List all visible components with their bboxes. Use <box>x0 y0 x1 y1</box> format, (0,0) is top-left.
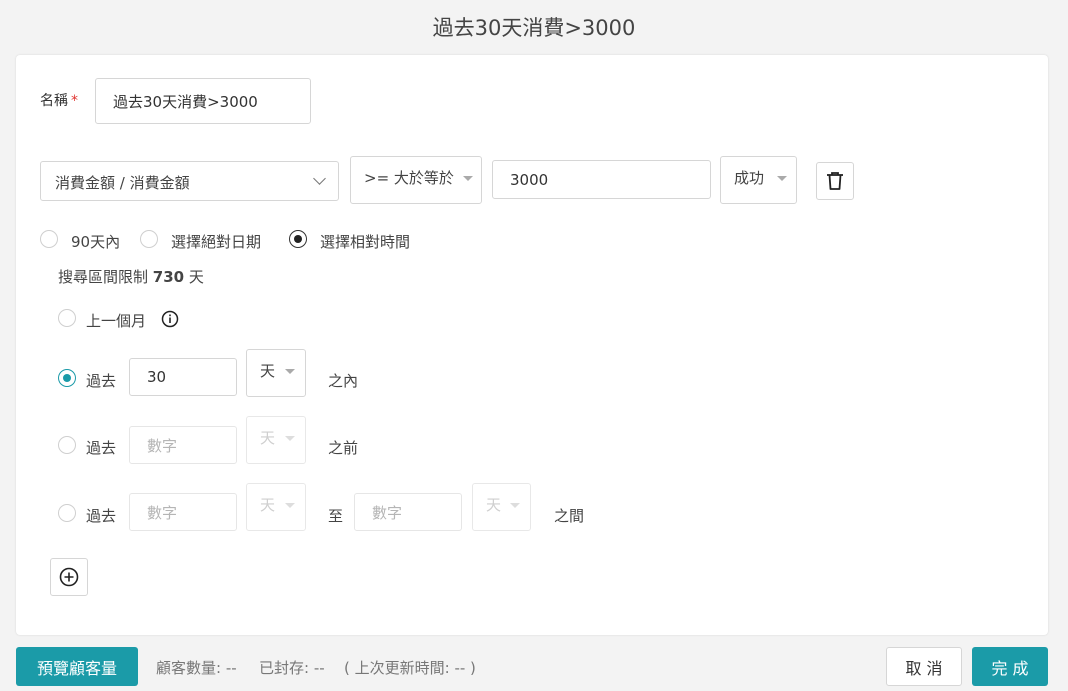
operator-select-value: >= 大於等於 <box>364 169 454 187</box>
amount-input[interactable]: 3000 <box>492 160 711 199</box>
before-unit-select[interactable]: 天 <box>246 416 306 464</box>
within-unit-select[interactable]: 天 <box>246 349 306 397</box>
operator-select[interactable]: >= 大於等於 <box>350 156 482 204</box>
required-mark: * <box>71 93 78 109</box>
before-prefix: 過去 <box>86 439 117 457</box>
name-label: 名稱 * <box>40 90 78 110</box>
customer-count: 顧客數量: -- <box>156 659 237 677</box>
before-number-placeholder: 數字 <box>147 436 178 455</box>
page-title: 過去30天消費>3000 <box>432 16 636 40</box>
before-unit-value: 天 <box>260 429 276 447</box>
trash-icon <box>827 172 843 190</box>
limit-suffix: 天 <box>188 268 204 286</box>
last-update: ( 上次更新時間: -- ) <box>344 659 476 677</box>
radio-within[interactable] <box>58 369 76 387</box>
between-to-placeholder: 數字 <box>372 503 403 522</box>
field-select[interactable]: 消費金額 / 消費金額 <box>40 161 339 201</box>
info-icon[interactable] <box>161 310 179 328</box>
caret-down-icon <box>463 176 473 181</box>
option-absolute-date-label: 選擇絕對日期 <box>171 233 262 251</box>
name-input[interactable]: 過去30天消費>3000 <box>95 78 311 124</box>
radio-relative-time[interactable] <box>289 230 307 248</box>
radio-90-days[interactable] <box>40 230 58 248</box>
search-range-limit: 搜尋區間限制 730 天 <box>58 266 204 287</box>
caret-down-icon <box>777 176 787 181</box>
within-suffix: 之內 <box>328 372 359 390</box>
within-unit-value: 天 <box>260 362 276 380</box>
archived-count: 已封存: -- <box>259 659 325 677</box>
caret-down-icon <box>285 369 295 374</box>
within-number-input[interactable]: 30 <box>129 358 237 396</box>
name-label-text: 名稱 <box>40 93 68 109</box>
status-select[interactable]: 成功 <box>720 156 797 204</box>
between-to-unit-select[interactable]: 天 <box>472 483 531 531</box>
before-number-input[interactable]: 數字 <box>129 426 237 464</box>
between-from-unit-value: 天 <box>260 496 276 514</box>
before-suffix: 之前 <box>328 439 359 457</box>
between-from-placeholder: 數字 <box>147 503 178 522</box>
radio-last-month[interactable] <box>58 309 76 327</box>
radio-absolute-date[interactable] <box>140 230 158 248</box>
between-prefix: 過去 <box>86 507 117 525</box>
done-button[interactable]: 完 成 <box>972 647 1048 686</box>
between-to-unit-value: 天 <box>486 496 502 514</box>
delete-condition-button[interactable] <box>816 162 854 200</box>
caret-down-icon <box>285 503 295 508</box>
chevron-down-icon <box>313 172 326 185</box>
between-suffix: 之間 <box>554 507 585 525</box>
add-condition-button[interactable] <box>50 558 88 596</box>
within-prefix: 過去 <box>86 372 117 390</box>
limit-prefix: 搜尋區間限制 <box>58 268 149 286</box>
limit-value: 730 <box>152 268 185 286</box>
between-to-label: 至 <box>328 507 344 525</box>
between-from-unit-select[interactable]: 天 <box>246 483 306 531</box>
caret-down-icon <box>510 503 520 508</box>
caret-down-icon <box>285 436 295 441</box>
cancel-button[interactable]: 取 消 <box>886 647 962 686</box>
between-to-input[interactable]: 數字 <box>354 493 462 531</box>
status-select-value: 成功 <box>734 169 765 187</box>
radio-before[interactable] <box>58 436 76 454</box>
condition-card <box>16 55 1048 635</box>
last-month-label: 上一個月 <box>86 312 147 330</box>
radio-between[interactable] <box>58 504 76 522</box>
plus-circle-icon <box>59 567 79 587</box>
preview-customers-button[interactable]: 預覽顧客量 <box>16 647 138 686</box>
option-relative-time-label: 選擇相對時間 <box>320 233 411 251</box>
option-90-days-label: 90天內 <box>71 233 121 251</box>
field-select-value: 消費金額 / 消費金額 <box>55 174 190 192</box>
between-from-input[interactable]: 數字 <box>129 493 237 531</box>
